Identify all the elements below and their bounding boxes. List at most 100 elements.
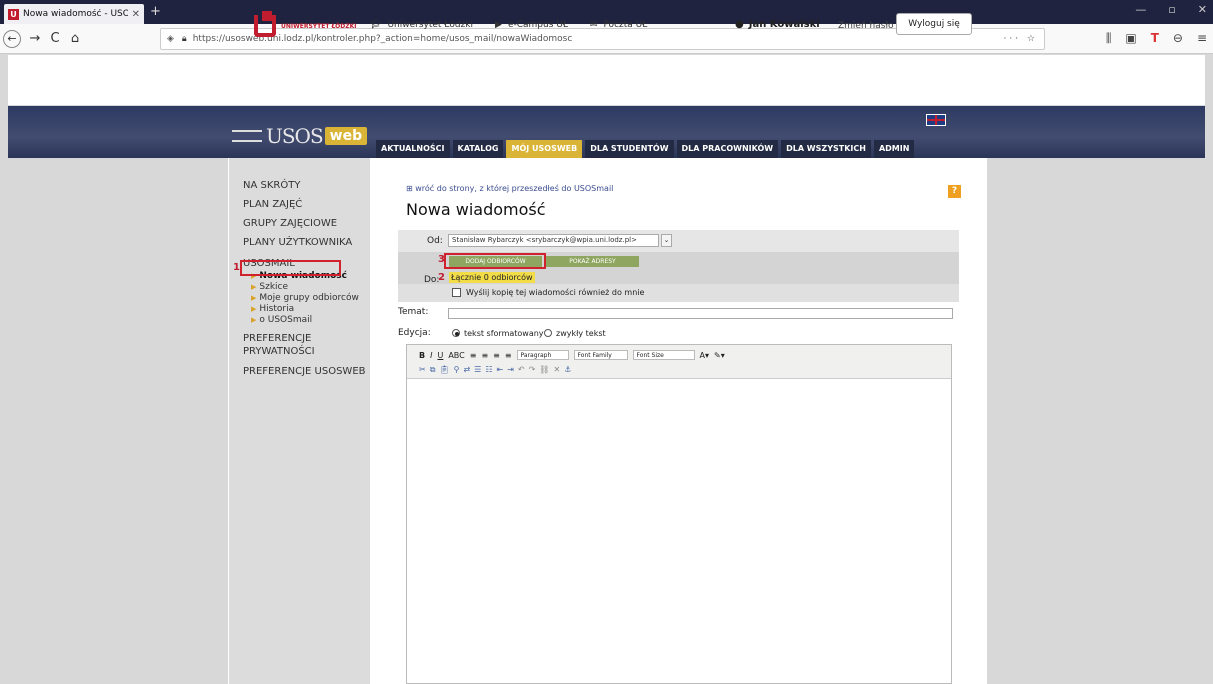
radio-formatted-label[interactable]: tekst sformatowany (464, 329, 544, 338)
menu-aktualnosci[interactable]: AKTUALNOŚCI (376, 140, 450, 158)
menu-admin[interactable]: ADMIN (873, 140, 915, 158)
underline-icon[interactable]: U (437, 351, 443, 360)
sidebar-grupy-zajeciowe[interactable]: GRUPY ZAJĘCIOWE (229, 214, 370, 233)
university-logo-icon (254, 11, 276, 37)
back-link[interactable]: ⊞ wróć do strony, z której przeszedłeś d… (406, 184, 613, 193)
find-icon[interactable]: ⚲ (454, 365, 460, 375)
unlink-icon[interactable]: ✕ (553, 365, 560, 375)
forward-icon[interactable]: → (25, 31, 45, 46)
browser-tab[interactable]: U Nowa wiadomość - USOSmai ✕ (4, 4, 144, 24)
radio-formatted[interactable] (452, 329, 460, 337)
back-icon[interactable]: ← (3, 29, 21, 48)
align-justify-icon[interactable]: ≡ (505, 351, 512, 360)
recipient-count-badge: Łącznie 0 odbiorców (449, 272, 535, 283)
sender-select[interactable]: Stanisław Rybarczyk <srybarczyk@wpia.uni… (448, 234, 672, 247)
redo-icon[interactable]: ↷ (529, 365, 536, 375)
bullet-list-icon[interactable]: ☰ (474, 365, 481, 375)
rich-text-editor[interactable]: B I U ABC ≡ ≡ ≡ ≡ Paragraph Font Family … (406, 344, 952, 684)
paste-icon[interactable]: 📋︎ (439, 365, 449, 375)
bold-icon[interactable]: B (419, 351, 425, 360)
sidebar-icon[interactable]: ▣ (1125, 31, 1136, 46)
indent-icon[interactable]: ⇥ (507, 365, 514, 375)
reload-icon[interactable]: C (45, 31, 65, 46)
logo-text: UNIWERSYTET ŁÓDZKI (281, 22, 357, 30)
sidebar-item-szkice[interactable]: ▶ Szkice (229, 282, 370, 293)
sidebar-item-historia[interactable]: ▶ Historia (229, 304, 370, 315)
align-center-icon[interactable]: ≡ (481, 351, 488, 360)
font-size-select[interactable]: Font Size (632, 350, 695, 360)
menu-icon[interactable]: ≡ (1197, 31, 1207, 46)
logo-lines-icon (232, 130, 262, 142)
link-ecampus[interactable]: ▶ e-Campus UŁ (495, 20, 568, 30)
menu-moj-usosweb[interactable]: MÓJ USOSWEB (506, 140, 583, 158)
logout-button[interactable]: Wyloguj się (896, 13, 972, 35)
italic-icon[interactable]: I (430, 351, 432, 360)
change-password-link[interactable]: Zmień hasło (838, 21, 894, 31)
library-icon[interactable]: ⫼ (1106, 31, 1112, 46)
toolbar-icons: ⫼ ▣ T ⊖ ≡ (1106, 31, 1207, 46)
subject-input[interactable] (448, 308, 953, 319)
home-icon[interactable]: ⌂ (65, 31, 85, 46)
maximize-icon[interactable]: ▫ (1168, 3, 1175, 16)
radio-plain[interactable] (544, 329, 552, 337)
minimize-icon[interactable]: — (1135, 3, 1146, 16)
show-addresses-button[interactable]: POKAŻ ADRESY (546, 256, 639, 267)
university-logo[interactable]: UNIWERSYTET ŁÓDZKI (254, 11, 357, 37)
link-icon[interactable]: ⛓ (539, 365, 549, 375)
shield-icon: ◈ (167, 34, 174, 44)
extension-t-icon[interactable]: T (1151, 31, 1159, 46)
page-actions-icon[interactable]: ··· ☆ (1003, 34, 1038, 44)
menu-dla-studentow[interactable]: DLA STUDENTÓW (585, 140, 674, 158)
link-uniwersytet[interactable]: 🎓︎ Uniwersytet Łódzki (370, 20, 473, 30)
cut-icon[interactable]: ✂ (419, 365, 426, 375)
label-temat: Temat: (398, 307, 429, 317)
format-select[interactable]: Paragraph (516, 350, 569, 360)
highlight-box-3 (444, 253, 546, 269)
sidebar-plany-uzytkownika[interactable]: PLANY UŻYTKOWNIKA (229, 233, 370, 252)
menu-dla-pracownikow[interactable]: DLA PRACOWNIKÓW (676, 140, 779, 158)
label-od: Od: (427, 236, 443, 246)
align-right-icon[interactable]: ≡ (493, 351, 500, 360)
text-color-icon[interactable]: A▾ (700, 351, 710, 360)
user-name[interactable]: ● Jan Kowalski (735, 19, 820, 30)
tab-close-icon[interactable]: ✕ (132, 9, 140, 20)
sidebar-plan-zajec[interactable]: PLAN ZAJĘĆ (229, 195, 370, 214)
sidebar-preferencje-prywatnosci[interactable]: PREFERENCJE PRYWATNOŚCI (229, 332, 370, 358)
numbered-list-icon[interactable]: ☷ (485, 365, 492, 375)
window-controls: — ▫ ✕ (1135, 3, 1207, 16)
highlight-box-1 (240, 260, 341, 276)
top-links: 🎓︎ Uniwersytet Łódzki ▶ e-Campus UŁ ✉ Poczt… (370, 20, 647, 30)
copy-to-me-checkbox[interactable] (452, 288, 461, 297)
user-icon: ● (735, 19, 744, 30)
sidebar-item-o-usosmail[interactable]: ▶ o USOSmail (229, 315, 370, 326)
copy-icon[interactable]: ⧉ (430, 365, 436, 375)
close-window-icon[interactable]: ✕ (1198, 3, 1207, 16)
lock-icon: 🔒︎ (181, 34, 187, 44)
anchor-icon[interactable]: ⚓ (564, 365, 571, 375)
radio-plain-label[interactable]: zwykły tekst (556, 329, 606, 338)
copy-to-me-label[interactable]: Wyślij kopię tej wiadomości również do m… (466, 288, 644, 297)
font-family-select[interactable]: Font Family (573, 350, 628, 360)
editor-toolbar-row-2: ✂ ⧉ 📋︎ ⚲ ⇄ ☰ ☷ ⇤ ⇥ ↶ ↷ ⛓ ✕ ⚓ (419, 365, 571, 375)
new-tab-icon[interactable]: + (150, 4, 161, 19)
link-poczta[interactable]: ✉ Poczta UŁ (590, 20, 647, 30)
main-menu: AKTUALNOŚCI KATALOG MÓJ USOSWEB DLA STUD… (376, 140, 915, 158)
highlight-color-icon[interactable]: ✎▾ (714, 351, 725, 360)
menu-dla-wszystkich[interactable]: DLA WSZYSTKICH (781, 140, 871, 158)
english-flag-icon[interactable] (926, 114, 946, 126)
account-icon[interactable]: ⊖ (1173, 31, 1183, 46)
sidebar-preferencje-usosweb[interactable]: PREFERENCJE USOSWEB (229, 362, 370, 381)
sidebar-item-moje-grupy[interactable]: ▶ Moje grupy odbiorców (229, 293, 370, 304)
sidebar-na-skroty[interactable]: NA SKRÓTY (229, 176, 370, 195)
help-icon[interactable]: ? (948, 185, 961, 198)
menu-katalog[interactable]: KATALOG (452, 140, 504, 158)
undo-icon[interactable]: ↶ (518, 365, 525, 375)
replace-icon[interactable]: ⇄ (463, 365, 470, 375)
strikethrough-icon[interactable]: ABC (448, 351, 464, 360)
align-left-icon[interactable]: ≡ (470, 351, 477, 360)
site-topbar (8, 55, 1205, 105)
usosweb-logo[interactable]: USOS web (232, 124, 368, 148)
chevron-down-icon[interactable]: ⌄ (661, 234, 672, 247)
outdent-icon[interactable]: ⇤ (496, 365, 503, 375)
play-icon: ▶ (495, 20, 502, 30)
